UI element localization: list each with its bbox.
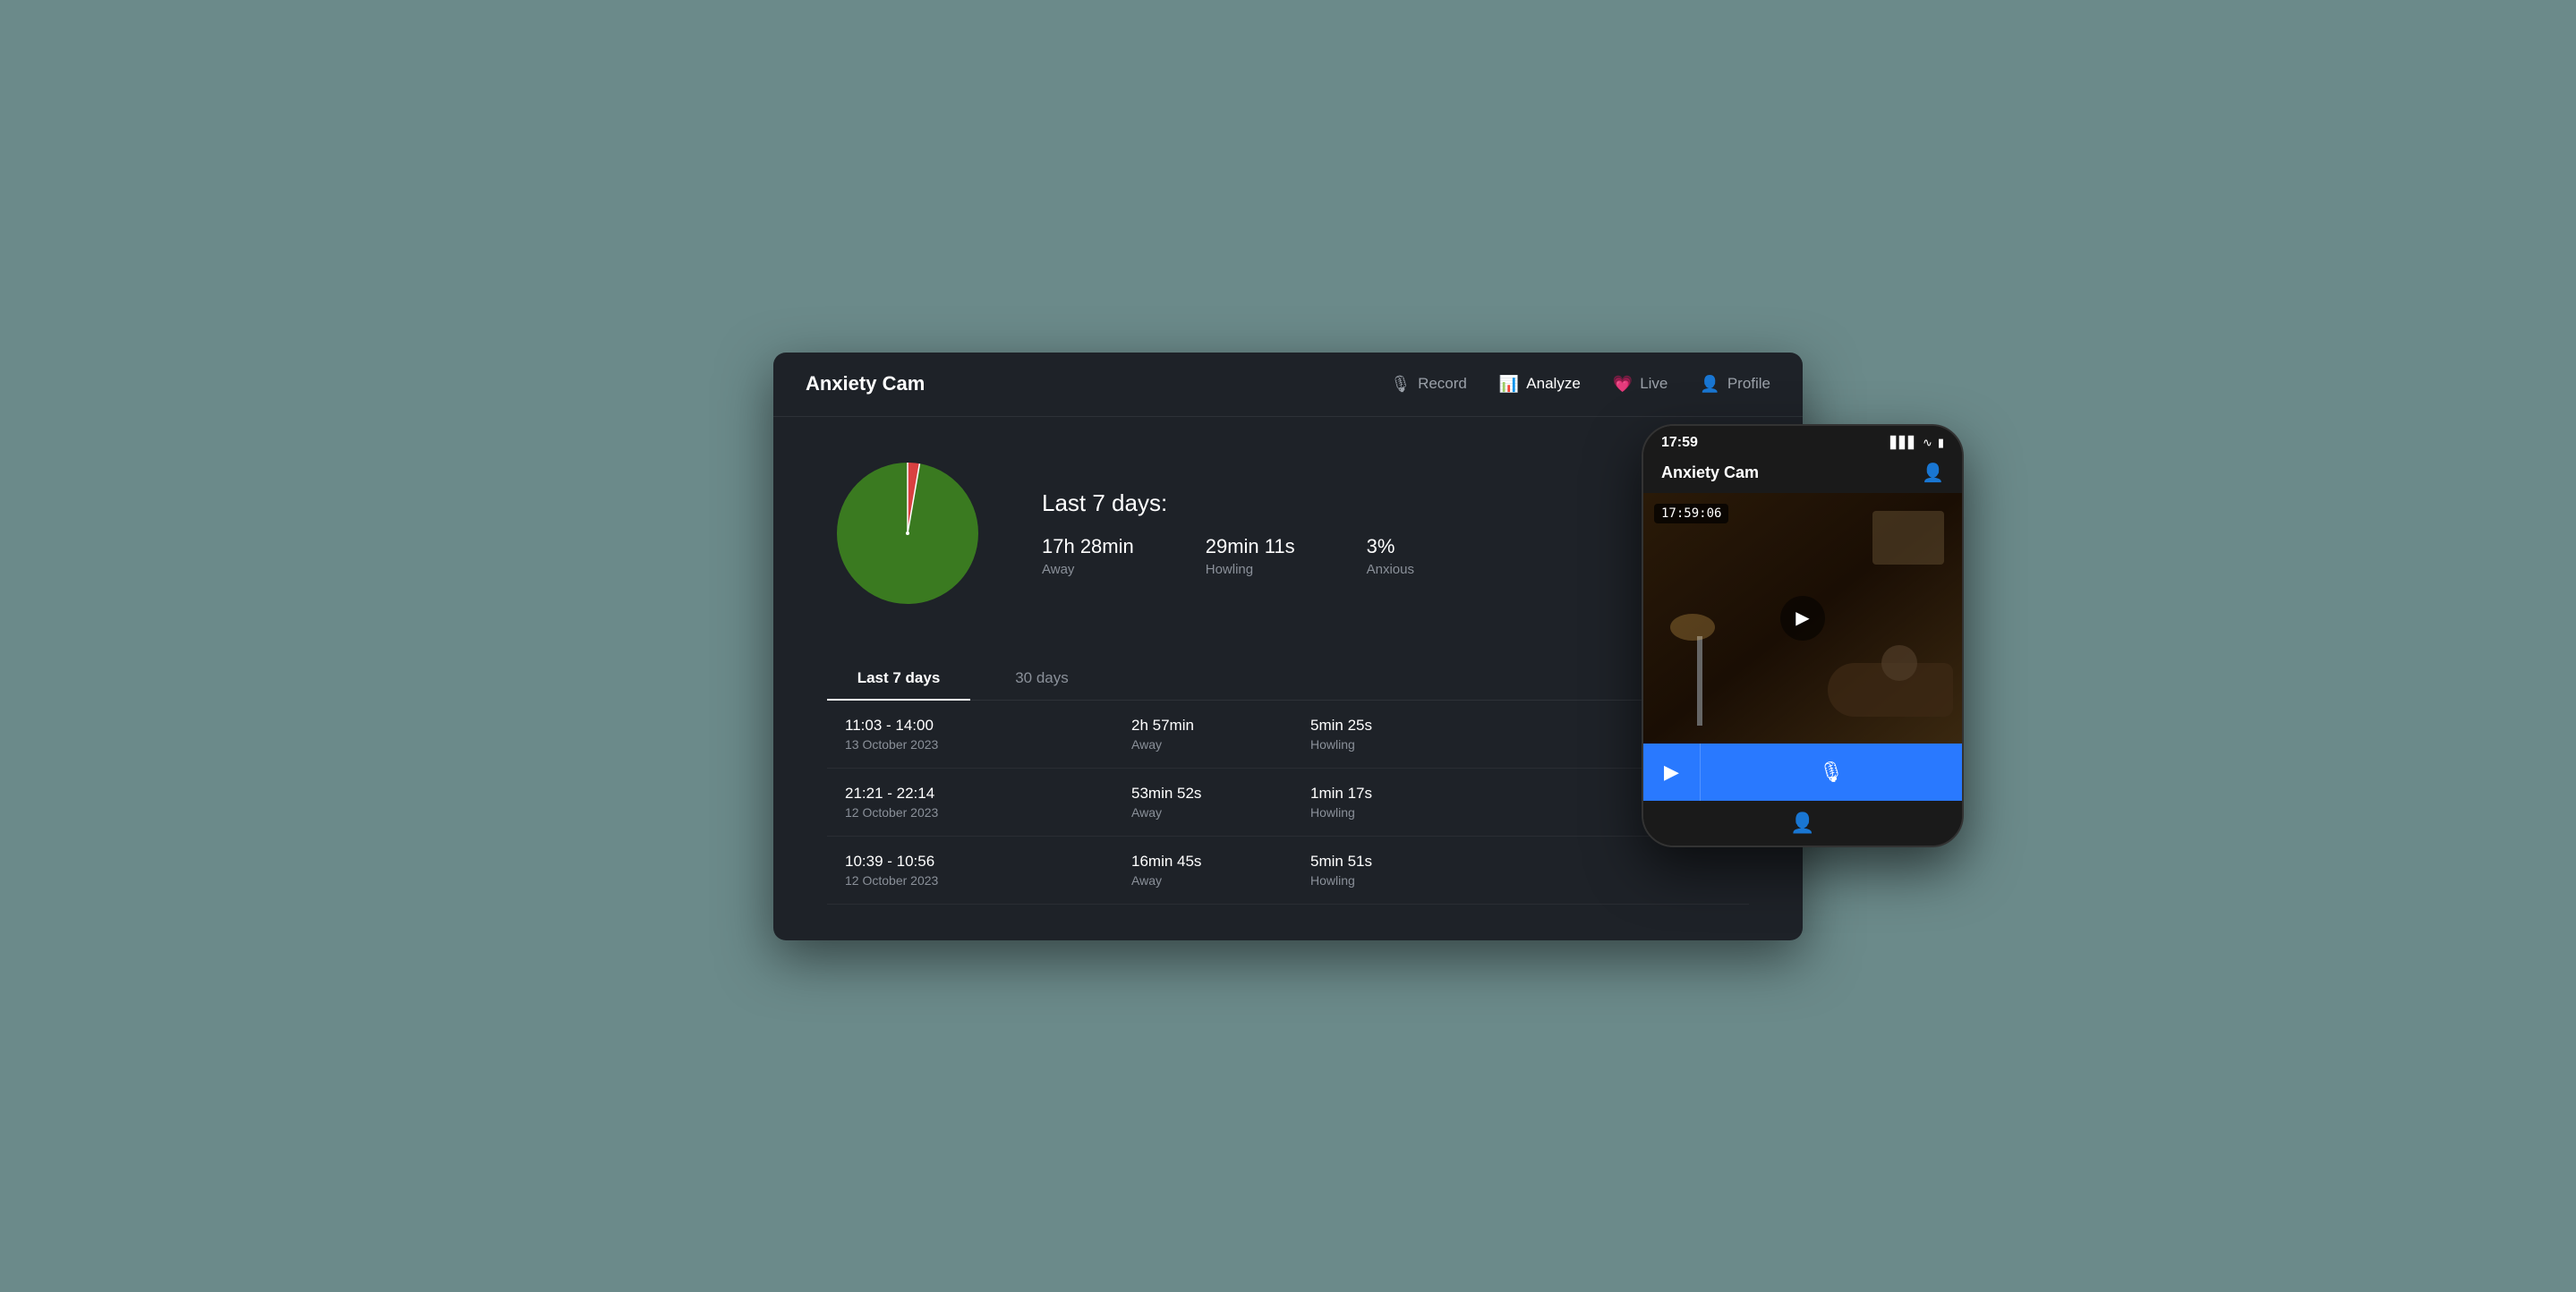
row-howling-label: Howling: [1310, 873, 1471, 888]
row-away-label: Away: [1131, 873, 1292, 888]
nav-item-analyze[interactable]: 📊 Analyze: [1499, 375, 1581, 394]
phone-status-bar: 17:59 ▋▋▋ ∿ ▮: [1643, 426, 1962, 455]
microphone-icon: 🎙: [1390, 375, 1411, 394]
phone-bottom-bar: 👤: [1643, 801, 1962, 846]
titlebar: Anxiety Cam 🎙 Record 📊 Analyze 💗 Live 👤 …: [773, 353, 1803, 417]
row-date: 12 October 2023: [845, 873, 1113, 888]
phone-profile-icon[interactable]: 👤: [1922, 462, 1944, 484]
table-row[interactable]: 11:03 - 14:00 13 October 2023 2h 57min A…: [827, 701, 1749, 769]
stat-howling-value: 29min 11s: [1206, 535, 1295, 558]
pie-chart: [827, 453, 988, 614]
video-timestamp: 17:59:06: [1654, 504, 1728, 523]
phone-video-container: 17:59:06 ▶: [1643, 493, 1962, 744]
chart-icon: 📊: [1499, 375, 1519, 394]
row-away-block: 53min 52s Away: [1131, 785, 1292, 820]
tab-30days[interactable]: 30 days: [970, 659, 1113, 700]
row-howling-label: Howling: [1310, 737, 1471, 752]
phone-clock: 17:59: [1661, 435, 1698, 451]
stat-anxious-value: 3%: [1367, 535, 1414, 558]
video-play-button[interactable]: ▶: [1780, 596, 1825, 641]
row-howling-value: 5min 51s: [1310, 853, 1471, 871]
phone-mic-button[interactable]: 🎙: [1701, 761, 1962, 784]
row-away-block: 2h 57min Away: [1131, 717, 1292, 752]
nav-label-analyze: Analyze: [1526, 375, 1580, 393]
tabs-section: Last 7 days 30 days 11:03 - 14:00 13 Oct…: [827, 659, 1749, 905]
stat-away: 17h 28min Away: [1042, 535, 1134, 577]
row-time-range: 21:21 - 22:14: [845, 785, 1113, 803]
stat-away-label: Away: [1042, 562, 1134, 577]
row-date: 13 October 2023: [845, 737, 1113, 752]
row-away-label: Away: [1131, 737, 1292, 752]
row-away-value: 2h 57min: [1131, 717, 1292, 735]
phone-nav-icon[interactable]: 👤: [1790, 812, 1814, 835]
row-howling-block: 1min 17s Howling: [1310, 785, 1471, 820]
nav-label-record: Record: [1418, 375, 1467, 393]
table-section: 11:03 - 14:00 13 October 2023 2h 57min A…: [827, 701, 1749, 905]
app-window: Anxiety Cam 🎙 Record 📊 Analyze 💗 Live 👤 …: [773, 353, 1803, 940]
tab-last7days[interactable]: Last 7 days: [827, 659, 970, 700]
row-time-range: 11:03 - 14:00: [845, 717, 1113, 735]
signal-icon: ▋▋▋: [1890, 436, 1917, 450]
phone-play-button[interactable]: ▶: [1643, 744, 1701, 801]
row-howling-label: Howling: [1310, 805, 1471, 820]
row-time-block: 21:21 - 22:14 12 October 2023: [845, 785, 1113, 820]
nav-item-record[interactable]: 🎙 Record: [1390, 375, 1467, 394]
table-row[interactable]: 10:39 - 10:56 12 October 2023 16min 45s …: [827, 837, 1749, 905]
nav-item-profile[interactable]: 👤 Profile: [1700, 375, 1770, 394]
row-away-value: 16min 45s: [1131, 853, 1292, 871]
phone-app-header: Anxiety Cam 👤: [1643, 455, 1962, 493]
row-away-value: 53min 52s: [1131, 785, 1292, 803]
table-row[interactable]: 21:21 - 22:14 12 October 2023 53min 52s …: [827, 769, 1749, 837]
app-title: Anxiety Cam: [806, 372, 925, 395]
wifi-icon: ∿: [1923, 436, 1932, 450]
summary-section: Last 7 days: 17h 28min Away 29min 11s Ho…: [827, 453, 1749, 614]
phone-app-title: Anxiety Cam: [1661, 463, 1759, 482]
row-howling-value: 5min 25s: [1310, 717, 1471, 735]
nav-label-live: Live: [1640, 375, 1668, 393]
row-time-range: 10:39 - 10:56: [845, 853, 1113, 871]
battery-icon: ▮: [1938, 436, 1944, 450]
row-time-block: 11:03 - 14:00 13 October 2023: [845, 717, 1113, 752]
row-date: 12 October 2023: [845, 805, 1113, 820]
row-howling-block: 5min 51s Howling: [1310, 853, 1471, 888]
phone-mockup: 17:59 ▋▋▋ ∿ ▮ Anxiety Cam 👤: [1642, 424, 1964, 847]
stat-howling-label: Howling: [1206, 562, 1295, 577]
stat-anxious-label: Anxious: [1367, 562, 1414, 577]
nav-items: 🎙 Record 📊 Analyze 💗 Live 👤 Profile: [1390, 375, 1770, 394]
heartbeat-icon: 💗: [1613, 375, 1633, 394]
row-away-block: 16min 45s Away: [1131, 853, 1292, 888]
stat-away-value: 17h 28min: [1042, 535, 1134, 558]
phone-status-icons: ▋▋▋ ∿ ▮: [1890, 436, 1944, 450]
row-howling-value: 1min 17s: [1310, 785, 1471, 803]
nav-item-live[interactable]: 💗 Live: [1613, 375, 1668, 394]
nav-label-profile: Profile: [1727, 375, 1770, 393]
row-away-label: Away: [1131, 805, 1292, 820]
tabs-header: Last 7 days 30 days: [827, 659, 1749, 701]
stat-anxious: 3% Anxious: [1367, 535, 1414, 577]
person-icon: 👤: [1700, 375, 1719, 394]
phone-controls: ▶ 🎙: [1643, 744, 1962, 801]
row-time-block: 10:39 - 10:56 12 October 2023: [845, 853, 1113, 888]
stat-howling: 29min 11s Howling: [1206, 535, 1295, 577]
row-howling-block: 5min 25s Howling: [1310, 717, 1471, 752]
